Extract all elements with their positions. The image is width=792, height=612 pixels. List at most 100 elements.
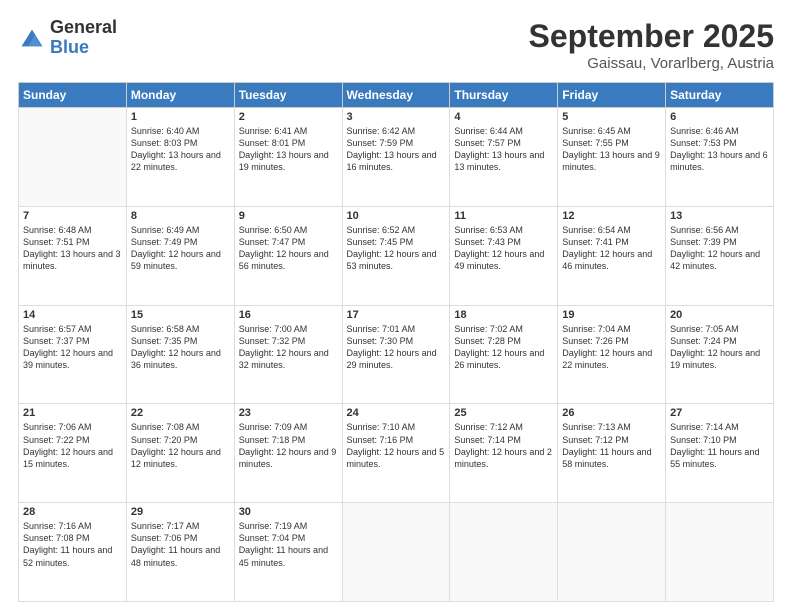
calendar-cell: 22 Sunrise: 7:08 AMSunset: 7:20 PMDayligh… (126, 404, 234, 503)
day-number: 20 (670, 309, 769, 321)
calendar-cell: 9 Sunrise: 6:50 AMSunset: 7:47 PMDaylight… (234, 206, 342, 305)
day-number: 13 (670, 210, 769, 222)
day-number: 28 (23, 506, 122, 518)
calendar-cell: 8Sunrise: 6:49 AMSunset: 7:49 PMDaylight… (126, 206, 234, 305)
day-number: 7 (23, 210, 122, 222)
cell-sun-info: Sunrise: 6:44 AMSunset: 7:57 PMDaylight:… (454, 125, 553, 174)
header: General Blue September 2025 Gaissau, Vor… (18, 18, 774, 72)
calendar-cell: 24 Sunrise: 7:10 AMSunset: 7:16 PMDayligh… (342, 404, 450, 503)
day-number: 24 (347, 407, 446, 419)
cell-sun-info: Sunrise: 7:09 AMSunset: 7:18 PMDaylight:… (239, 421, 338, 470)
calendar-week-1: 1 Sunrise: 6:40 AMSunset: 8:03 PMDaylight… (19, 108, 774, 207)
calendar-cell: 3 Sunrise: 6:42 AMSunset: 7:59 PMDaylight… (342, 108, 450, 207)
calendar-week-3: 14 Sunrise: 6:57 AMSunset: 7:37 PMDayligh… (19, 305, 774, 404)
calendar-week-5: 28 Sunrise: 7:16 AMSunset: 7:08 PMDayligh… (19, 503, 774, 602)
day-number: 11 (454, 210, 553, 222)
day-number: 30 (239, 506, 338, 518)
cell-sun-info: Sunrise: 7:16 AMSunset: 7:08 PMDaylight:… (23, 520, 122, 569)
cell-sun-info: Sunrise: 7:02 AMSunset: 7:28 PMDaylight:… (454, 323, 553, 372)
day-number: 18 (454, 309, 553, 321)
calendar-cell: 30 Sunrise: 7:19 AMSunset: 7:04 PMDayligh… (234, 503, 342, 602)
title-block: September 2025 Gaissau, Vorarlberg, Aust… (529, 18, 774, 72)
weekday-monday: Monday (126, 83, 234, 108)
cell-sun-info: Sunrise: 7:17 AMSunset: 7:06 PMDaylight:… (131, 520, 230, 569)
calendar-cell (342, 503, 450, 602)
calendar-cell: 27 Sunrise: 7:14 AMSunset: 7:10 PMDayligh… (666, 404, 774, 503)
logo-blue: Blue (50, 38, 117, 58)
weekday-wednesday: Wednesday (342, 83, 450, 108)
calendar-cell: 1 Sunrise: 6:40 AMSunset: 8:03 PMDaylight… (126, 108, 234, 207)
cell-sun-info: Sunrise: 6:57 AMSunset: 7:37 PMDaylight:… (23, 323, 122, 372)
calendar-cell: 16Sunrise: 7:00 AMSunset: 7:32 PMDayligh… (234, 305, 342, 404)
day-number: 27 (670, 407, 769, 419)
day-number: 8 (131, 210, 230, 222)
weekday-friday: Friday (558, 83, 666, 108)
cell-sun-info: Sunrise: 7:05 AMSunset: 7:24 PMDaylight:… (670, 323, 769, 372)
cell-sun-info: Sunrise: 6:58 AMSunset: 7:35 PMDaylight:… (131, 323, 230, 372)
day-number: 3 (347, 111, 446, 123)
day-number: 19 (562, 309, 661, 321)
calendar-cell (19, 108, 127, 207)
day-number: 14 (23, 309, 122, 321)
cell-sun-info: Sunrise: 6:53 AMSunset: 7:43 PMDaylight:… (454, 224, 553, 273)
cell-sun-info: Sunrise: 7:08 AMSunset: 7:20 PMDaylight:… (131, 421, 230, 470)
logo-general: General (50, 18, 117, 38)
cell-sun-info: Sunrise: 6:42 AMSunset: 7:59 PMDaylight:… (347, 125, 446, 174)
cell-sun-info: Sunrise: 7:06 AMSunset: 7:22 PMDaylight:… (23, 421, 122, 470)
calendar-cell: 23 Sunrise: 7:09 AMSunset: 7:18 PMDayligh… (234, 404, 342, 503)
calendar-cell: 10Sunrise: 6:52 AMSunset: 7:45 PMDayligh… (342, 206, 450, 305)
cell-sun-info: Sunrise: 6:45 AMSunset: 7:55 PMDaylight:… (562, 125, 661, 174)
calendar-cell: 19 Sunrise: 7:04 AMSunset: 7:26 PMDayligh… (558, 305, 666, 404)
calendar-cell: 29 Sunrise: 7:17 AMSunset: 7:06 PMDayligh… (126, 503, 234, 602)
weekday-header-row: SundayMondayTuesdayWednesdayThursdayFrid… (19, 83, 774, 108)
weekday-thursday: Thursday (450, 83, 558, 108)
calendar-cell: 21Sunrise: 7:06 AMSunset: 7:22 PMDayligh… (19, 404, 127, 503)
cell-sun-info: Sunrise: 7:13 AMSunset: 7:12 PMDaylight:… (562, 421, 661, 470)
cell-sun-info: Sunrise: 6:40 AMSunset: 8:03 PMDaylight:… (131, 125, 230, 174)
day-number: 9 (239, 210, 338, 222)
cell-sun-info: Sunrise: 7:14 AMSunset: 7:10 PMDaylight:… (670, 421, 769, 470)
calendar-cell: 18 Sunrise: 7:02 AMSunset: 7:28 PMDayligh… (450, 305, 558, 404)
cell-sun-info: Sunrise: 7:12 AMSunset: 7:14 PMDaylight:… (454, 421, 553, 470)
calendar-cell: 14 Sunrise: 6:57 AMSunset: 7:37 PMDayligh… (19, 305, 127, 404)
cell-sun-info: Sunrise: 6:46 AMSunset: 7:53 PMDaylight:… (670, 125, 769, 174)
calendar-cell: 28 Sunrise: 7:16 AMSunset: 7:08 PMDayligh… (19, 503, 127, 602)
calendar-cell: 25 Sunrise: 7:12 AMSunset: 7:14 PMDayligh… (450, 404, 558, 503)
day-number: 17 (347, 309, 446, 321)
title-location: Gaissau, Vorarlberg, Austria (529, 55, 774, 72)
calendar-cell: 26 Sunrise: 7:13 AMSunset: 7:12 PMDayligh… (558, 404, 666, 503)
cell-sun-info: Sunrise: 6:50 AMSunset: 7:47 PMDaylight:… (239, 224, 338, 273)
day-number: 4 (454, 111, 553, 123)
day-number: 1 (131, 111, 230, 123)
cell-sun-info: Sunrise: 7:19 AMSunset: 7:04 PMDaylight:… (239, 520, 338, 569)
day-number: 26 (562, 407, 661, 419)
day-number: 5 (562, 111, 661, 123)
calendar-cell: 4 Sunrise: 6:44 AMSunset: 7:57 PMDaylight… (450, 108, 558, 207)
calendar-cell: 15Sunrise: 6:58 AMSunset: 7:35 PMDayligh… (126, 305, 234, 404)
weekday-tuesday: Tuesday (234, 83, 342, 108)
cell-sun-info: Sunrise: 7:10 AMSunset: 7:16 PMDaylight:… (347, 421, 446, 470)
cell-sun-info: Sunrise: 6:54 AMSunset: 7:41 PMDaylight:… (562, 224, 661, 273)
calendar-cell (450, 503, 558, 602)
cell-sun-info: Sunrise: 7:04 AMSunset: 7:26 PMDaylight:… (562, 323, 661, 372)
day-number: 16 (239, 309, 338, 321)
calendar-cell: 2Sunrise: 6:41 AMSunset: 8:01 PMDaylight… (234, 108, 342, 207)
day-number: 29 (131, 506, 230, 518)
day-number: 25 (454, 407, 553, 419)
calendar-cell: 12 Sunrise: 6:54 AMSunset: 7:41 PMDayligh… (558, 206, 666, 305)
logo-text: General Blue (50, 18, 117, 58)
calendar-week-4: 21Sunrise: 7:06 AMSunset: 7:22 PMDayligh… (19, 404, 774, 503)
cell-sun-info: Sunrise: 6:41 AMSunset: 8:01 PMDaylight:… (239, 125, 338, 174)
calendar-cell (558, 503, 666, 602)
calendar-cell: 20 Sunrise: 7:05 AMSunset: 7:24 PMDayligh… (666, 305, 774, 404)
weekday-sunday: Sunday (19, 83, 127, 108)
day-number: 22 (131, 407, 230, 419)
day-number: 23 (239, 407, 338, 419)
calendar-week-2: 7Sunrise: 6:48 AMSunset: 7:51 PMDaylight… (19, 206, 774, 305)
calendar-cell: 7Sunrise: 6:48 AMSunset: 7:51 PMDaylight… (19, 206, 127, 305)
day-number: 12 (562, 210, 661, 222)
calendar-cell: 17 Sunrise: 7:01 AMSunset: 7:30 PMDayligh… (342, 305, 450, 404)
cell-sun-info: Sunrise: 7:01 AMSunset: 7:30 PMDaylight:… (347, 323, 446, 372)
weekday-saturday: Saturday (666, 83, 774, 108)
cell-sun-info: Sunrise: 6:52 AMSunset: 7:45 PMDaylight:… (347, 224, 446, 273)
